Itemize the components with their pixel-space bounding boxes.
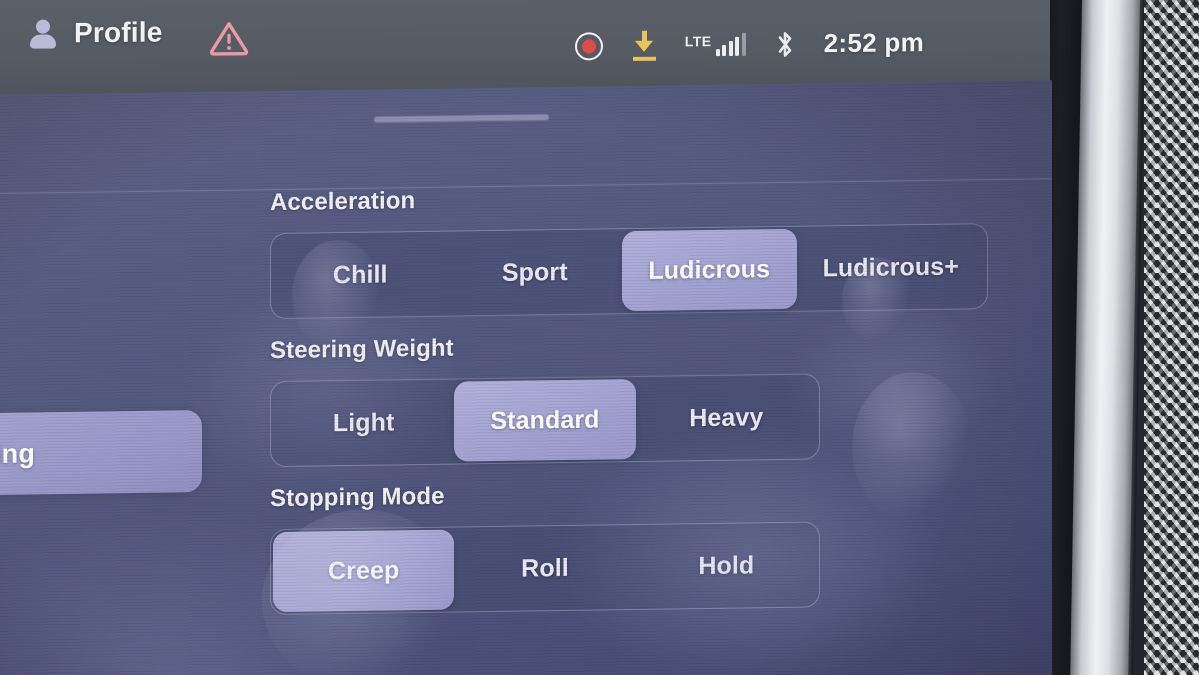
group-title: Stopping Mode — [270, 482, 445, 513]
acceleration-segmented-control[interactable]: Chill Sport Ludicrous Ludicrous+ — [270, 223, 988, 320]
sidebar-item-label: & Steering — [0, 437, 36, 470]
tesla-touchscreen-photo: Profile LTE 2:52 pm Steering Acceleratio… — [0, 0, 1199, 675]
sidebar-item-suspension[interactable]: nsion — [0, 522, 210, 585]
profile-button[interactable]: Profile — [28, 16, 163, 49]
stopping-option-hold[interactable]: Hold — [636, 524, 817, 607]
record-dot-icon[interactable] — [574, 31, 603, 60]
settings-content: Acceleration Chill Sport Ludicrous Ludic… — [270, 179, 1010, 633]
sidebar-item-pedals-and-steering[interactable]: & Steering — [0, 410, 202, 497]
setting-group-steering-weight: Steering Weight Light Standard Heavy — [270, 327, 1010, 468]
acceleration-option-chill[interactable]: Chill — [273, 234, 448, 316]
acceleration-option-sport[interactable]: Sport — [448, 231, 623, 313]
panel-drag-handle[interactable] — [374, 114, 549, 123]
warning-triangle-icon[interactable] — [208, 20, 250, 56]
profile-label: Profile — [74, 16, 163, 49]
sidebar-item-charging[interactable]: ng — [0, 622, 210, 675]
carbon-fiber-panel — [1144, 0, 1199, 675]
stopping-option-roll[interactable]: Roll — [454, 527, 635, 610]
status-icons-group: LTE 2:52 pm — [574, 27, 924, 61]
steering-weight-segmented-control[interactable]: Light Standard Heavy — [270, 373, 820, 468]
setting-group-acceleration: Acceleration Chill Sport Ludicrous Ludic… — [270, 179, 1010, 320]
sidebar-item-controls[interactable]: ols — [0, 310, 210, 373]
stopping-mode-segmented-control[interactable]: Creep Roll Hold — [270, 521, 820, 616]
steering-option-heavy[interactable]: Heavy — [636, 376, 817, 459]
sidebar-item-navigation[interactable]: n — [0, 210, 210, 273]
setting-group-stopping-mode: Stopping Mode Creep Roll Hold — [270, 475, 1010, 616]
clock-label: 2:52 pm — [823, 27, 924, 59]
bluetooth-icon[interactable] — [774, 29, 796, 59]
group-title: Steering Weight — [270, 334, 454, 365]
settings-panel: n ols & Steering nsion ng — [0, 80, 1052, 675]
steering-option-standard[interactable]: Standard — [454, 379, 636, 462]
steering-option-light[interactable]: Light — [273, 382, 454, 465]
group-title: Acceleration — [270, 187, 416, 217]
download-arrow-icon[interactable] — [631, 30, 657, 61]
settings-sidebar: n ols & Steering nsion ng — [0, 210, 210, 675]
stopping-option-creep[interactable]: Creep — [273, 529, 455, 613]
person-icon — [28, 18, 58, 49]
acceleration-option-ludicrous[interactable]: Ludicrous — [622, 228, 797, 312]
acceleration-option-ludicrous-plus[interactable]: Ludicrous+ — [797, 226, 985, 309]
network-type-label: LTE — [684, 33, 712, 50]
signal-bars-icon: LTE — [684, 32, 746, 57]
signal-strength-bars — [715, 32, 746, 57]
